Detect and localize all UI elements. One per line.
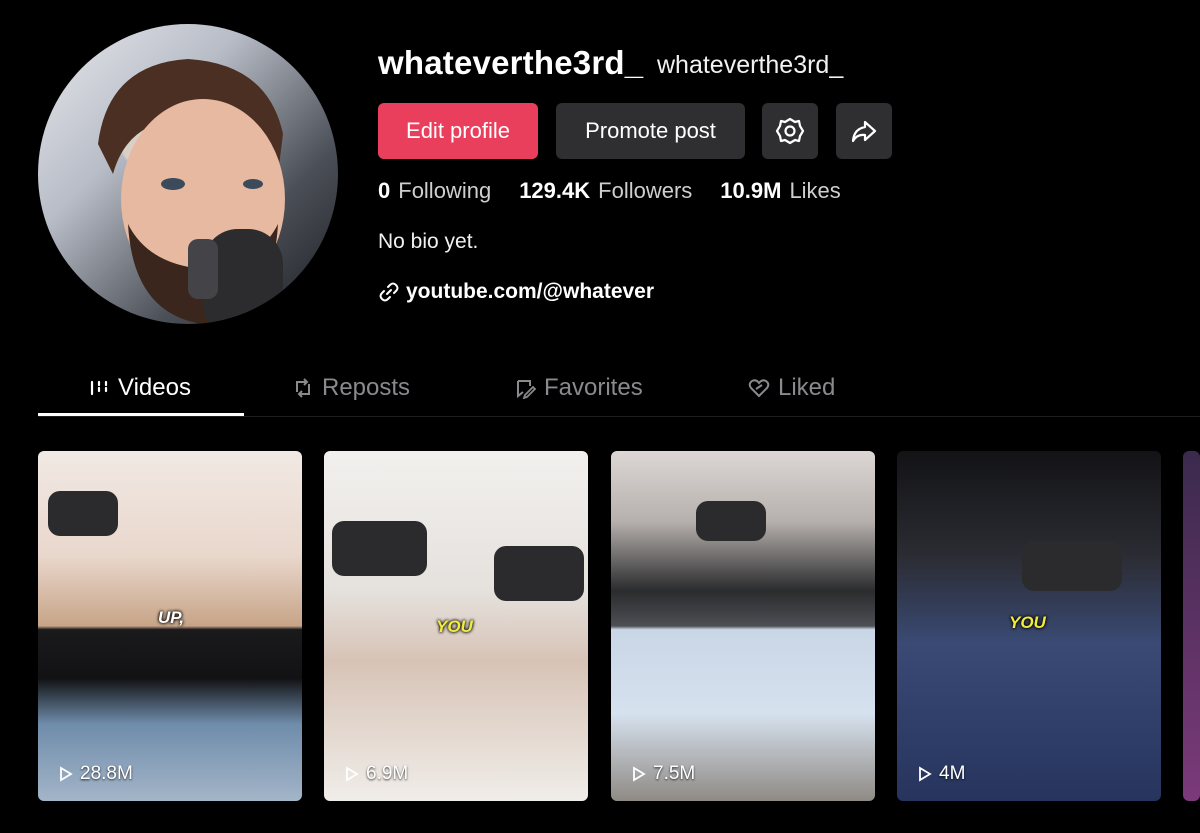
mic-shape [1022, 541, 1122, 591]
tab-videos-label: Videos [118, 374, 191, 401]
profile-page: whateverthe3rd_ whateverthe3rd_ Edit pro… [0, 0, 1200, 833]
active-tab-indicator [38, 413, 244, 416]
followers-stat[interactable]: 129.4K Followers [519, 178, 692, 204]
mic-shape [494, 546, 584, 601]
mic-shape [696, 501, 766, 541]
video-caption: UP, [158, 608, 185, 627]
grid-icon [88, 377, 110, 399]
bookmark-icon [514, 377, 536, 399]
play-icon [58, 766, 74, 782]
promote-post-button[interactable]: Promote post [556, 103, 745, 159]
share-button[interactable] [836, 103, 892, 159]
tab-favorites-label: Favorites [544, 374, 643, 401]
video-card-partial[interactable] [1183, 451, 1200, 801]
profile-tabs: Videos Reposts Favorites Liked [38, 360, 1200, 417]
likes-count: 10.9M [720, 178, 782, 203]
followers-count: 129.4K [519, 178, 591, 203]
video-caption: YOU [1009, 613, 1046, 632]
tab-liked[interactable]: Liked [748, 360, 835, 416]
settings-button[interactable] [762, 103, 818, 159]
profile-stats: 0 Following 129.4K Followers 10.9M Likes [378, 178, 869, 204]
video-views: 7.5M [631, 763, 695, 785]
bio-text: No bio yet. [378, 230, 479, 253]
video-views-count: 6.9M [366, 763, 409, 784]
heart-icon [748, 377, 770, 399]
play-icon [631, 766, 647, 782]
followers-label: Followers [598, 178, 693, 203]
mic-shape [48, 491, 118, 536]
profile-link[interactable]: youtube.com/@whatever [378, 280, 654, 304]
video-card[interactable]: UP, 28.8M [38, 451, 302, 801]
likes-label: Likes [789, 178, 841, 203]
following-label: Following [398, 178, 492, 203]
edit-profile-button[interactable]: Edit profile [378, 103, 538, 159]
video-caption: YOU [436, 617, 473, 636]
video-views: 6.9M [344, 763, 408, 785]
following-count: 0 [378, 178, 391, 203]
tab-favorites[interactable]: Favorites [514, 360, 643, 416]
play-icon [917, 766, 933, 782]
nickname: whateverthe3rd_ [657, 51, 844, 79]
avatar-portrait [98, 59, 285, 324]
tab-reposts[interactable]: Reposts [292, 360, 410, 416]
video-card[interactable]: YOU 4M [897, 451, 1161, 801]
tab-videos[interactable]: Videos [88, 360, 191, 416]
link-icon [378, 281, 400, 303]
video-card[interactable]: 7.5M [611, 451, 875, 801]
share-icon [851, 120, 877, 143]
username: whateverthe3rd_ [378, 44, 644, 81]
play-icon [344, 766, 360, 782]
video-views-count: 28.8M [80, 763, 133, 784]
likes-stat: 10.9M Likes [720, 178, 841, 204]
video-views: 28.8M [58, 763, 133, 785]
gear-icon [775, 117, 805, 145]
tab-reposts-label: Reposts [322, 374, 411, 401]
video-views-count: 4M [939, 763, 966, 784]
video-card[interactable]: YOU 6.9M [324, 451, 588, 801]
following-stat[interactable]: 0 Following [378, 178, 491, 204]
repost-icon [292, 377, 314, 399]
profile-link-text: youtube.com/@whatever [406, 280, 655, 303]
mic-shape [332, 521, 427, 576]
tab-liked-label: Liked [778, 374, 836, 401]
video-views: 4M [917, 763, 965, 785]
video-views-count: 7.5M [653, 763, 696, 784]
avatar[interactable] [38, 24, 338, 324]
